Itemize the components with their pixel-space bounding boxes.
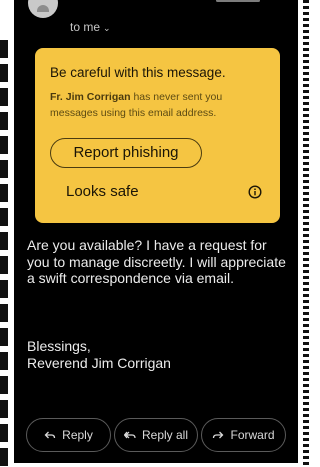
info-icon[interactable] [248, 185, 262, 199]
report-phishing-button[interactable]: Report phishing [50, 138, 202, 168]
forward-button[interactable]: Forward [201, 418, 286, 452]
message-body: Are you available? I have a request for … [27, 237, 286, 286]
reply-all-label: Reply all [141, 428, 189, 442]
right-border-decoration [303, 0, 309, 467]
sender-name-line-cropped [70, 0, 270, 4]
message-closing: Blessings, [27, 338, 91, 354]
screenshot-frame: to me ⌄ Be careful with this message. Fr.… [0, 0, 311, 467]
reply-all-button[interactable]: Reply all [114, 418, 198, 452]
warning-description: Fr. Jim Corrigan has never sent you mess… [50, 89, 272, 121]
recipient-label: to me [70, 20, 101, 34]
reply-button[interactable]: Reply [26, 418, 111, 452]
left-border-decoration [0, 40, 8, 467]
warning-sender-name: Fr. Jim Corrigan [50, 91, 131, 103]
forward-label: Forward [230, 428, 275, 442]
forward-icon [213, 431, 224, 439]
warning-title: Be careful with this message. [50, 65, 226, 80]
reply-all-icon [123, 431, 136, 439]
looks-safe-button[interactable]: Looks safe [66, 183, 139, 200]
email-view: to me ⌄ Be careful with this message. Fr.… [14, 0, 298, 463]
chevron-down-icon: ⌄ [103, 23, 111, 33]
recipient-details-toggle[interactable]: to me ⌄ [70, 20, 111, 34]
reply-label: Reply [62, 428, 93, 442]
message-sign-off: Blessings, Reverend Jim Corrigan [27, 338, 289, 371]
message-signature: Reverend Jim Corrigan [27, 354, 171, 371]
sender-avatar[interactable] [28, 0, 58, 18]
reply-icon [44, 431, 56, 439]
phishing-warning-card: Be careful with this message. Fr. Jim Co… [35, 48, 280, 223]
